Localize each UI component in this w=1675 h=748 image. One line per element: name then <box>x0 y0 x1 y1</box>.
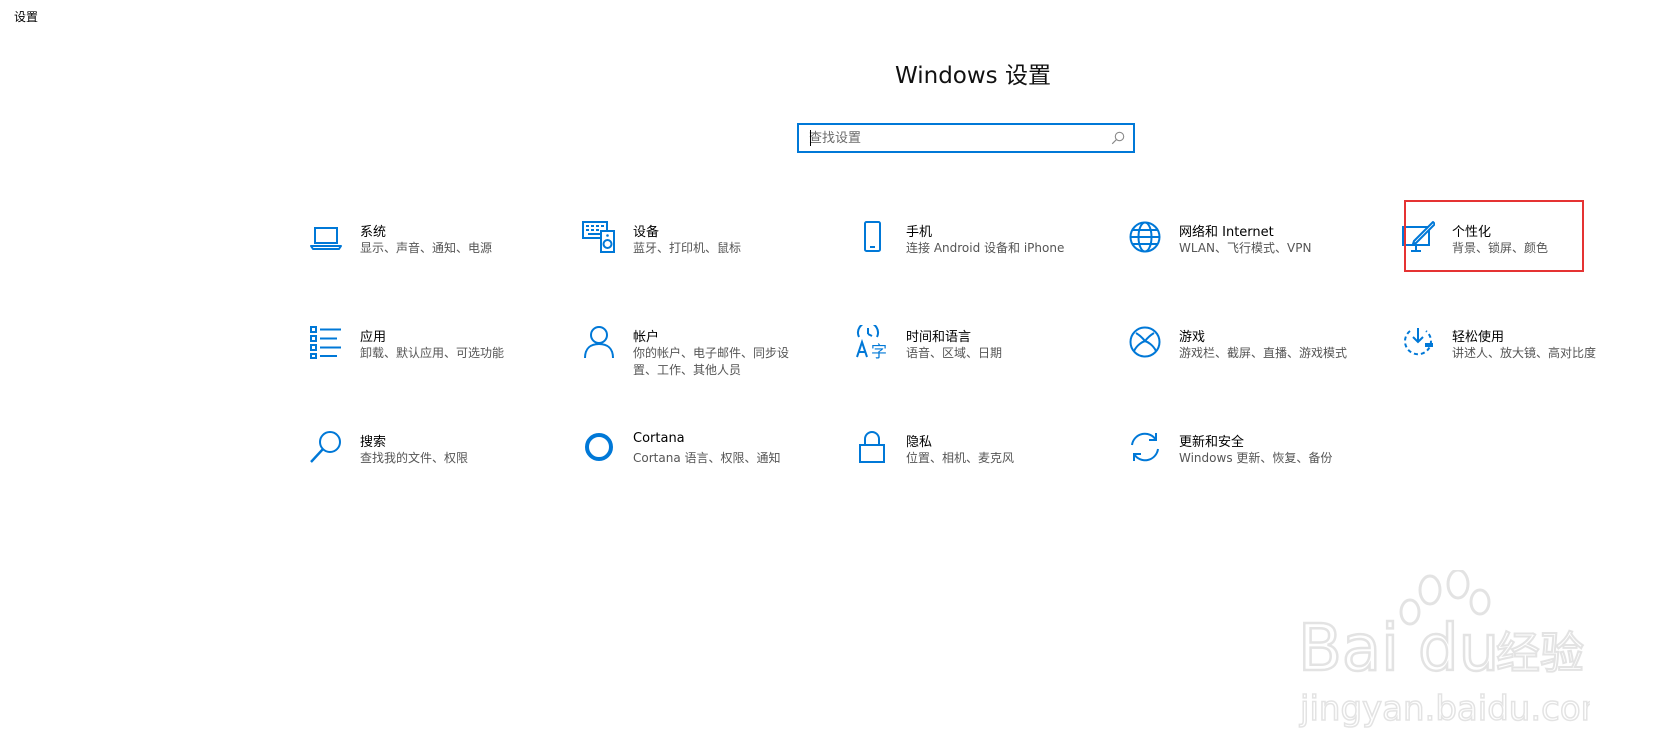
paintbrush-icon <box>1401 220 1435 254</box>
search-input[interactable] <box>809 125 1099 151</box>
tile-network[interactable]: 网络和 Internet WLAN、飞行模式、VPN <box>1128 220 1368 284</box>
sync-arrows-icon <box>1128 430 1162 464</box>
tile-title: 更新和安全 <box>1179 435 1245 450</box>
settings-window: 设置 Windows 设置 系统 显示、声音、通知、电源 <box>0 0 1675 748</box>
tile-system[interactable]: 系统 显示、声音、通知、电源 <box>309 220 549 284</box>
tile-description: Cortana 语言、权限、通知 <box>633 451 781 465</box>
tile-description: 显示、声音、通知、电源 <box>360 241 493 255</box>
lock-icon <box>855 430 889 464</box>
phone-icon <box>855 220 889 254</box>
window-title: 设置 <box>14 10 39 24</box>
search-icon[interactable] <box>1111 131 1125 145</box>
tile-ease-of-access[interactable]: 轻松使用 讲述人、放大镜、高对比度 <box>1401 325 1641 389</box>
tile-description: 位置、相机、麦克风 <box>906 451 1015 465</box>
tile-devices[interactable]: 设备 蓝牙、打印机、鼠标 <box>582 220 822 284</box>
keyboard-speaker-icon <box>582 220 616 254</box>
tile-title: 应用 <box>360 330 387 345</box>
globe-icon <box>1128 220 1162 254</box>
tile-gaming[interactable]: 游戏 游戏栏、截屏、直播、游戏模式 <box>1128 325 1368 389</box>
baidu-jingyan-watermark: Bai du 经验 jingyan.baidu.com <box>1290 568 1615 730</box>
cortana-circle-icon <box>582 430 616 464</box>
tile-title: 帐户 <box>633 330 660 345</box>
tile-time-language[interactable]: 字 时间和语言 语音、区域、日期 <box>855 325 1095 389</box>
svg-text:Bai: Bai <box>1298 612 1399 686</box>
tile-title: Cortana <box>633 431 685 446</box>
tile-title: 隐私 <box>906 435 933 450</box>
tile-phone[interactable]: 手机 连接 Android 设备和 iPhone <box>855 220 1095 284</box>
tile-title: 游戏 <box>1179 330 1206 345</box>
app-list-icon <box>309 325 343 359</box>
time-language-icon: 字 <box>855 325 889 359</box>
svg-text:du: du <box>1418 612 1499 686</box>
page-title: Windows 设置 <box>895 63 1051 89</box>
tile-search[interactable]: 搜索 查找我的文件、权限 <box>309 430 549 494</box>
search-box[interactable] <box>797 123 1135 153</box>
text-caret <box>810 130 811 146</box>
svg-text:字: 字 <box>871 342 887 359</box>
tile-cortana[interactable]: Cortana Cortana 语言、权限、通知 <box>582 430 822 494</box>
tile-description: 连接 Android 设备和 iPhone <box>906 241 1065 255</box>
tile-description: 你的帐户、电子邮件、同步设置、工作、其他人员 <box>633 346 790 377</box>
laptop-icon <box>309 220 343 254</box>
tile-description: WLAN、飞行模式、VPN <box>1179 241 1312 255</box>
tile-description: 蓝牙、打印机、鼠标 <box>633 241 742 255</box>
svg-text:经验: 经验 <box>1496 628 1584 679</box>
tile-title: 网络和 Internet <box>1179 225 1274 240</box>
tile-title: 手机 <box>906 225 933 240</box>
tile-description: 查找我的文件、权限 <box>360 451 469 465</box>
tile-accounts[interactable]: 帐户 你的帐户、电子邮件、同步设置、工作、其他人员 <box>582 325 822 389</box>
tile-apps[interactable]: 应用 卸载、默认应用、可选功能 <box>309 325 549 389</box>
tile-title: 轻松使用 <box>1452 330 1505 345</box>
svg-text:jingyan.baidu.com: jingyan.baidu.com <box>1299 689 1590 729</box>
tile-privacy[interactable]: 隐私 位置、相机、麦克风 <box>855 430 1095 494</box>
person-icon <box>582 325 616 359</box>
tile-title: 搜索 <box>360 435 387 450</box>
tile-description: 背景、锁屏、颜色 <box>1452 241 1549 255</box>
tile-personalization[interactable]: 个性化 背景、锁屏、颜色 <box>1401 220 1641 284</box>
ease-of-access-icon <box>1401 325 1435 359</box>
tile-title: 时间和语言 <box>906 330 972 345</box>
tile-description: 卸载、默认应用、可选功能 <box>360 346 505 360</box>
tile-description: 讲述人、放大镜、高对比度 <box>1452 346 1597 360</box>
tile-update-security[interactable]: 更新和安全 Windows 更新、恢复、备份 <box>1128 430 1368 494</box>
tile-description: 语音、区域、日期 <box>906 346 1003 360</box>
tile-description: 游戏栏、截屏、直播、游戏模式 <box>1179 346 1348 360</box>
tile-title: 设备 <box>633 225 660 240</box>
tile-title: 个性化 <box>1452 225 1492 240</box>
tile-description: Windows 更新、恢复、备份 <box>1179 451 1333 465</box>
tile-title: 系统 <box>360 225 387 240</box>
xbox-icon <box>1128 325 1162 359</box>
magnifier-icon <box>309 430 343 464</box>
